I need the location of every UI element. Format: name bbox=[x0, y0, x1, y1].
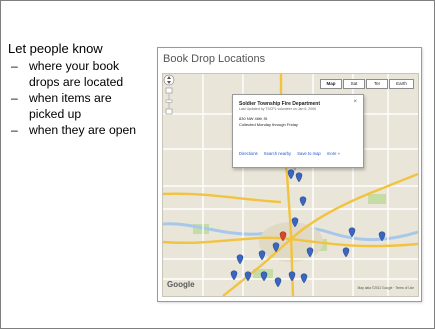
map-canvas[interactable]: Map Sat Ter Earth Soldier Township Fire … bbox=[162, 73, 419, 297]
search-nearby-link[interactable]: Search nearby bbox=[264, 151, 291, 156]
info-window: Soldier Township Fire Department × Last … bbox=[232, 94, 364, 168]
bullet-item: – where your book drops are located bbox=[10, 59, 140, 90]
slide: Let people know – where your book drops a… bbox=[0, 0, 435, 329]
slide-heading: Let people know bbox=[8, 41, 103, 56]
map-screenshot: Book Drop Locations Map Sat Ter Earth So… bbox=[157, 47, 422, 302]
map-type-map-button[interactable]: Map bbox=[320, 79, 342, 89]
bullet-list: – where your book drops are located – when… bbox=[10, 59, 140, 140]
bullet-item: – when they are open bbox=[10, 123, 140, 139]
park-area bbox=[368, 194, 386, 204]
map-type-sat-button[interactable]: Sat bbox=[343, 79, 365, 89]
map-attribution[interactable]: Map data ©2012 Google · Terms of Use bbox=[358, 286, 414, 290]
screenshot-title: Book Drop Locations bbox=[163, 53, 266, 65]
info-window-address: 830 NW 46th St bbox=[239, 116, 268, 121]
map-type-earth-button[interactable]: Earth bbox=[389, 79, 414, 89]
pan-zoom-control-icon[interactable] bbox=[163, 74, 175, 116]
bullet-dash: – bbox=[11, 59, 18, 73]
google-logo[interactable]: Google bbox=[167, 280, 195, 289]
info-window-hours: Collected Monday through Friday bbox=[239, 122, 298, 127]
bullet-dash: – bbox=[11, 91, 18, 105]
bullet-text: when items are picked up bbox=[29, 91, 112, 121]
close-icon[interactable]: × bbox=[353, 99, 357, 105]
save-to-map-link[interactable]: Save to map bbox=[297, 151, 321, 156]
more-link[interactable]: more » bbox=[327, 151, 340, 156]
directions-link[interactable]: Directions bbox=[239, 151, 258, 156]
bullet-text: when they are open bbox=[29, 123, 137, 137]
info-window-links: Directions Search nearby Save to map mor… bbox=[239, 151, 345, 156]
bullet-text: where your book drops are located bbox=[29, 59, 124, 89]
info-window-subtitle: Last Updated by TSCPL volunteer on Jan 6… bbox=[239, 107, 317, 111]
bullet-dash: – bbox=[11, 123, 18, 137]
map-type-ter-button[interactable]: Ter bbox=[366, 79, 388, 89]
bullet-item: – when items are picked up bbox=[10, 91, 140, 122]
